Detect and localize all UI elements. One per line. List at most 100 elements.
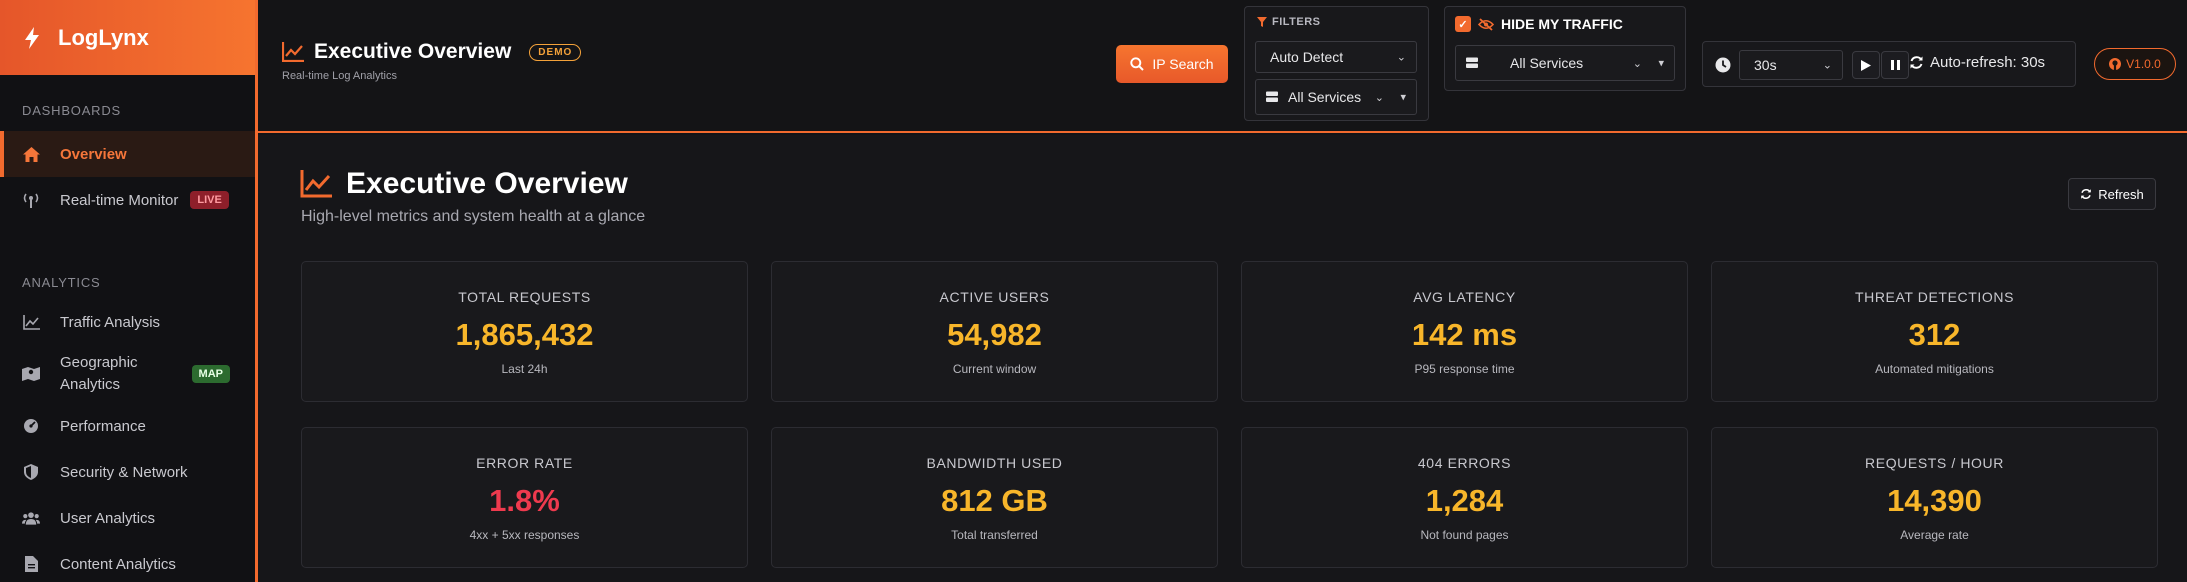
metric-card-requests-per-hour: REQUESTS / HOUR 14,390 Average rate (1711, 427, 2158, 568)
metric-card-active-users: ACTIVE USERS 54,982 Current window (771, 261, 1218, 402)
antenna-icon (22, 191, 40, 209)
sidebar: LogLynx DASHBOARDS Overview Real-time Mo… (0, 0, 258, 582)
refresh-interval-select[interactable]: 30s ⌄ (1739, 50, 1843, 80)
metric-card-total-requests: TOTAL REQUESTS 1,865,432 Last 24h (301, 261, 748, 402)
metric-value: 312 (1908, 317, 1961, 352)
refresh-button[interactable]: Refresh (2068, 178, 2156, 210)
ip-search-button[interactable]: IP Search (1116, 45, 1228, 83)
chevron-down-icon: ⌄ (1374, 91, 1384, 104)
sidebar-item-traffic-analysis[interactable]: Traffic Analysis (0, 299, 255, 345)
sidebar-item-content-analytics[interactable]: Content Analytics (0, 541, 255, 582)
funnel-icon (1257, 17, 1267, 27)
metric-label: AVG LATENCY (1413, 289, 1516, 305)
auto-refresh-status: Auto-refresh: 30s (1909, 54, 2045, 71)
metric-card-bandwidth-used: BANDWIDTH USED 812 GB Total transferred (771, 427, 1218, 568)
metric-subtext: Current window (952, 362, 1037, 376)
chevron-down-icon: ⌄ (1632, 57, 1642, 70)
sidebar-item-performance[interactable]: Performance (0, 403, 255, 449)
page-header: Executive Overview (300, 167, 628, 201)
log-format-value: Auto Detect (1270, 49, 1344, 65)
metric-subtext: Last 24h (501, 362, 548, 376)
filter-services-value: All Services (1288, 89, 1362, 105)
chevron-down-icon: ⌄ (1822, 59, 1832, 72)
sidebar-item-realtime-monitor[interactable]: Real-time Monitor LIVE (0, 177, 255, 223)
eye-slash-icon (1478, 17, 1494, 31)
sidebar-item-user-analytics[interactable]: User Analytics (0, 495, 255, 541)
hide-traffic-heading: ✓ HIDE MY TRAFFIC (1455, 16, 1623, 32)
metric-card-avg-latency: AVG LATENCY 142 ms P95 response time (1241, 261, 1688, 402)
metric-value: 1.8% (489, 483, 560, 518)
topbar-title-group: Executive Overview DEMO (282, 40, 582, 64)
sidebar-item-label: User Analytics (60, 509, 156, 527)
filters-label: FILTERS (1272, 16, 1321, 28)
version-label: V1.0.0 (2126, 57, 2161, 71)
topbar-subtitle: Real-time Log Analytics (282, 70, 397, 82)
play-button[interactable] (1852, 51, 1880, 79)
sync-icon (2081, 189, 2092, 199)
users-icon (22, 509, 40, 527)
refresh-interval-value: 30s (1754, 57, 1777, 73)
hide-traffic-panel: ✓ HIDE MY TRAFFIC All Services ⌄ ▾ (1444, 6, 1686, 91)
metric-card-404-errors: 404 ERRORS 1,284 Not found pages (1241, 427, 1688, 568)
metric-value: 812 GB (941, 483, 1048, 518)
brand[interactable]: LogLynx (0, 0, 255, 75)
filters-heading: FILTERS (1257, 16, 1321, 28)
metric-subtext: P95 response time (1414, 362, 1515, 376)
metric-label: ACTIVE USERS (939, 289, 1050, 305)
page-title: Executive Overview (346, 167, 628, 200)
sidebar-item-geographic-analytics[interactable]: Geographic Analytics MAP (0, 345, 255, 403)
metric-card-threat-detections: THREAT DETECTIONS 312 Automated mitigati… (1711, 261, 2158, 402)
sidebar-item-label: Content Analytics (60, 555, 176, 573)
line-chart-icon (22, 313, 40, 331)
hide-traffic-checkbox[interactable]: ✓ (1455, 16, 1471, 32)
sidebar-item-label: Geographic Analytics (60, 354, 138, 393)
hide-services-select[interactable]: All Services ⌄ ▾ (1455, 45, 1675, 81)
line-chart-icon (282, 42, 304, 62)
sidebar-item-overview[interactable]: Overview (0, 131, 255, 177)
metric-card-error-rate: ERROR RATE 1.8% 4xx + 5xx responses (301, 427, 748, 568)
metric-subtext: Automated mitigations (1875, 362, 1994, 376)
pause-icon (1890, 60, 1900, 70)
demo-badge: DEMO (529, 43, 582, 61)
metric-label: BANDWIDTH USED (926, 455, 1063, 471)
server-icon (1466, 57, 1478, 68)
metric-subtext: Not found pages (1420, 528, 1509, 542)
metric-label: ERROR RATE (476, 455, 573, 471)
caret-down-icon: ▾ (1658, 57, 1664, 70)
log-format-select[interactable]: Auto Detect ⌄ (1255, 41, 1417, 73)
section-label-dashboards: DASHBOARDS (22, 103, 122, 118)
metric-value: 1,865,432 (455, 317, 594, 352)
metric-subtext: Total transferred (951, 528, 1038, 542)
sidebar-item-label: Traffic Analysis (60, 313, 161, 331)
pause-button[interactable] (1881, 51, 1909, 79)
sidebar-item-label: Overview (60, 145, 127, 163)
sync-icon (1910, 56, 1923, 69)
chevron-down-icon: ⌄ (1396, 51, 1406, 64)
main-content: Executive Overview High-level metrics an… (258, 135, 2187, 582)
refresh-label: Refresh (2098, 186, 2144, 202)
metric-value: 54,982 (947, 317, 1042, 352)
sidebar-item-label: Real-time Monitor (60, 191, 179, 209)
metric-subtext: Average rate (1900, 528, 1969, 542)
metric-value: 14,390 (1887, 483, 1982, 518)
home-icon (22, 145, 40, 163)
sidebar-item-security-network[interactable]: Security & Network (0, 449, 255, 495)
caret-down-icon: ▾ (1400, 91, 1406, 104)
map-badge: MAP (191, 365, 230, 383)
metric-label: TOTAL REQUESTS (458, 289, 591, 305)
clock-icon (1715, 57, 1731, 73)
play-icon (1861, 59, 1871, 71)
metric-label: REQUESTS / HOUR (1865, 455, 2004, 471)
sidebar-item-label: Performance (60, 417, 146, 435)
section-label-analytics: ANALYTICS (22, 275, 101, 290)
version-badge[interactable]: V1.0.0 (2094, 48, 2176, 80)
shield-icon (22, 463, 40, 481)
page-subtitle: High-level metrics and system health at … (301, 208, 646, 225)
ip-search-label: IP Search (1152, 56, 1214, 72)
topbar-title: Executive Overview (314, 40, 512, 63)
github-icon (2109, 58, 2122, 70)
filter-services-select[interactable]: All Services ⌄ ▾ (1255, 79, 1417, 115)
map-icon (22, 365, 40, 383)
search-icon (1130, 57, 1145, 71)
file-icon (22, 555, 40, 573)
